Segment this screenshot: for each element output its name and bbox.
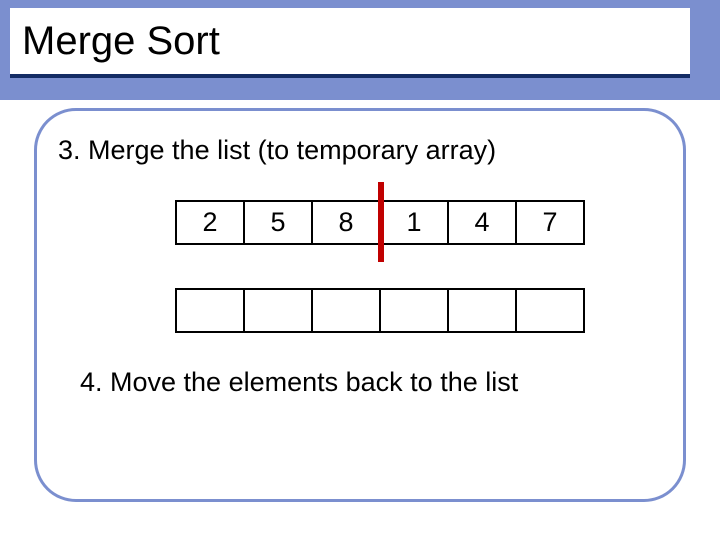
temp-cell-2 bbox=[311, 288, 381, 333]
temp-cell-5 bbox=[515, 288, 585, 333]
step-3-text: 3. Merge the list (to temporary array) bbox=[58, 135, 496, 166]
title-box: Merge Sort bbox=[10, 8, 690, 78]
temp-cell-0 bbox=[175, 288, 245, 333]
source-cell-2: 8 bbox=[311, 200, 381, 245]
source-cell-3: 1 bbox=[379, 200, 449, 245]
midpoint-divider bbox=[378, 182, 384, 262]
source-cell-1: 5 bbox=[243, 200, 313, 245]
step-4-text: 4. Move the elements back to the list bbox=[80, 367, 518, 398]
slide: Merge Sort 3. Merge the list (to tempora… bbox=[0, 0, 720, 540]
temp-array bbox=[175, 288, 585, 333]
temp-cell-1 bbox=[243, 288, 313, 333]
source-cell-4: 4 bbox=[447, 200, 517, 245]
source-cell-0: 2 bbox=[175, 200, 245, 245]
slide-title: Merge Sort bbox=[22, 19, 220, 64]
source-cell-5: 7 bbox=[515, 200, 585, 245]
temp-cell-3 bbox=[379, 288, 449, 333]
temp-cell-4 bbox=[447, 288, 517, 333]
